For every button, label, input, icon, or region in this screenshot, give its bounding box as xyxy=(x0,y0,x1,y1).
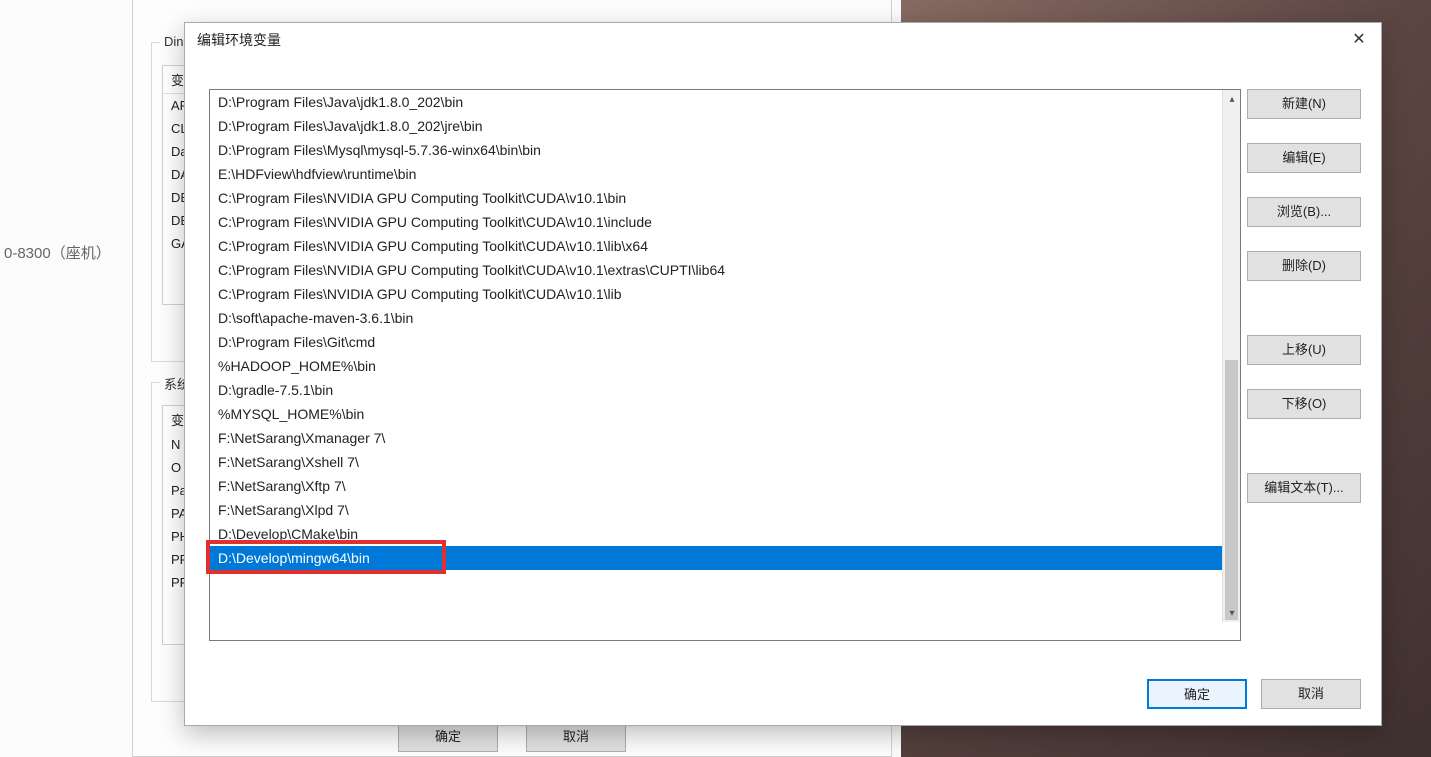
delete-button[interactable]: 删除(D) xyxy=(1247,251,1361,281)
path-listbox[interactable]: D:\Program Files\Java\jdk1.8.0_202\binD:… xyxy=(209,89,1241,641)
edit-env-var-dialog: 编辑环境变量 ✕ D:\Program Files\Java\jdk1.8.0_… xyxy=(184,22,1382,726)
scroll-up-arrow-icon[interactable]: ▴ xyxy=(1223,90,1241,108)
path-row[interactable]: D:\Develop\CMake\bin xyxy=(210,522,1222,546)
path-row[interactable]: D:\Program Files\Java\jdk1.8.0_202\jre\b… xyxy=(210,114,1222,138)
parent-ok-button[interactable]: 确定 xyxy=(398,722,498,752)
edit-button[interactable]: 编辑(E) xyxy=(1247,143,1361,173)
move-down-button[interactable]: 下移(O) xyxy=(1247,389,1361,419)
close-button[interactable]: ✕ xyxy=(1343,27,1375,51)
scroll-down-arrow-icon[interactable]: ▾ xyxy=(1223,604,1241,622)
path-row[interactable]: D:\Program Files\Git\cmd xyxy=(210,330,1222,354)
path-row[interactable]: F:\NetSarang\Xlpd 7\ xyxy=(210,498,1222,522)
path-row[interactable]: E:\HDFview\hdfview\runtime\bin xyxy=(210,162,1222,186)
new-button[interactable]: 新建(N) xyxy=(1247,89,1361,119)
move-up-button[interactable]: 上移(U) xyxy=(1247,335,1361,365)
path-row[interactable]: F:\NetSarang\Xshell 7\ xyxy=(210,450,1222,474)
path-row[interactable]: D:\gradle-7.5.1\bin xyxy=(210,378,1222,402)
path-row[interactable]: C:\Program Files\NVIDIA GPU Computing To… xyxy=(210,234,1222,258)
path-row[interactable]: D:\Program Files\Mysql\mysql-5.7.36-winx… xyxy=(210,138,1222,162)
path-row[interactable]: C:\Program Files\NVIDIA GPU Computing To… xyxy=(210,186,1222,210)
path-row[interactable]: C:\Program Files\NVIDIA GPU Computing To… xyxy=(210,258,1222,282)
parent-cancel-button[interactable]: 取消 xyxy=(526,722,626,752)
path-row[interactable]: C:\Program Files\NVIDIA GPU Computing To… xyxy=(210,210,1222,234)
cancel-button[interactable]: 取消 xyxy=(1261,679,1361,709)
path-row[interactable]: C:\Program Files\NVIDIA GPU Computing To… xyxy=(210,282,1222,306)
path-row[interactable]: %MYSQL_HOME%\bin xyxy=(210,402,1222,426)
browse-button[interactable]: 浏览(B)... xyxy=(1247,197,1361,227)
dialog-title: 编辑环境变量 xyxy=(185,23,1381,57)
path-row[interactable]: F:\NetSarang\Xmanager 7\ xyxy=(210,426,1222,450)
scroll-thumb[interactable] xyxy=(1225,360,1238,620)
path-row[interactable]: %HADOOP_HOME%\bin xyxy=(210,354,1222,378)
edit-text-button[interactable]: 编辑文本(T)... xyxy=(1247,473,1361,503)
path-row[interactable]: D:\soft\apache-maven-3.6.1\bin xyxy=(210,306,1222,330)
ok-button[interactable]: 确定 xyxy=(1147,679,1247,709)
path-row[interactable]: D:\Program Files\Java\jdk1.8.0_202\bin xyxy=(210,90,1222,114)
path-row[interactable]: D:\Develop\mingw64\bin xyxy=(210,546,1222,570)
vertical-scrollbar[interactable]: ▴ ▾ xyxy=(1222,90,1240,622)
background-hint: 0-8300（座机） xyxy=(0,242,111,263)
close-icon: ✕ xyxy=(1352,29,1365,49)
path-row[interactable]: F:\NetSarang\Xftp 7\ xyxy=(210,474,1222,498)
